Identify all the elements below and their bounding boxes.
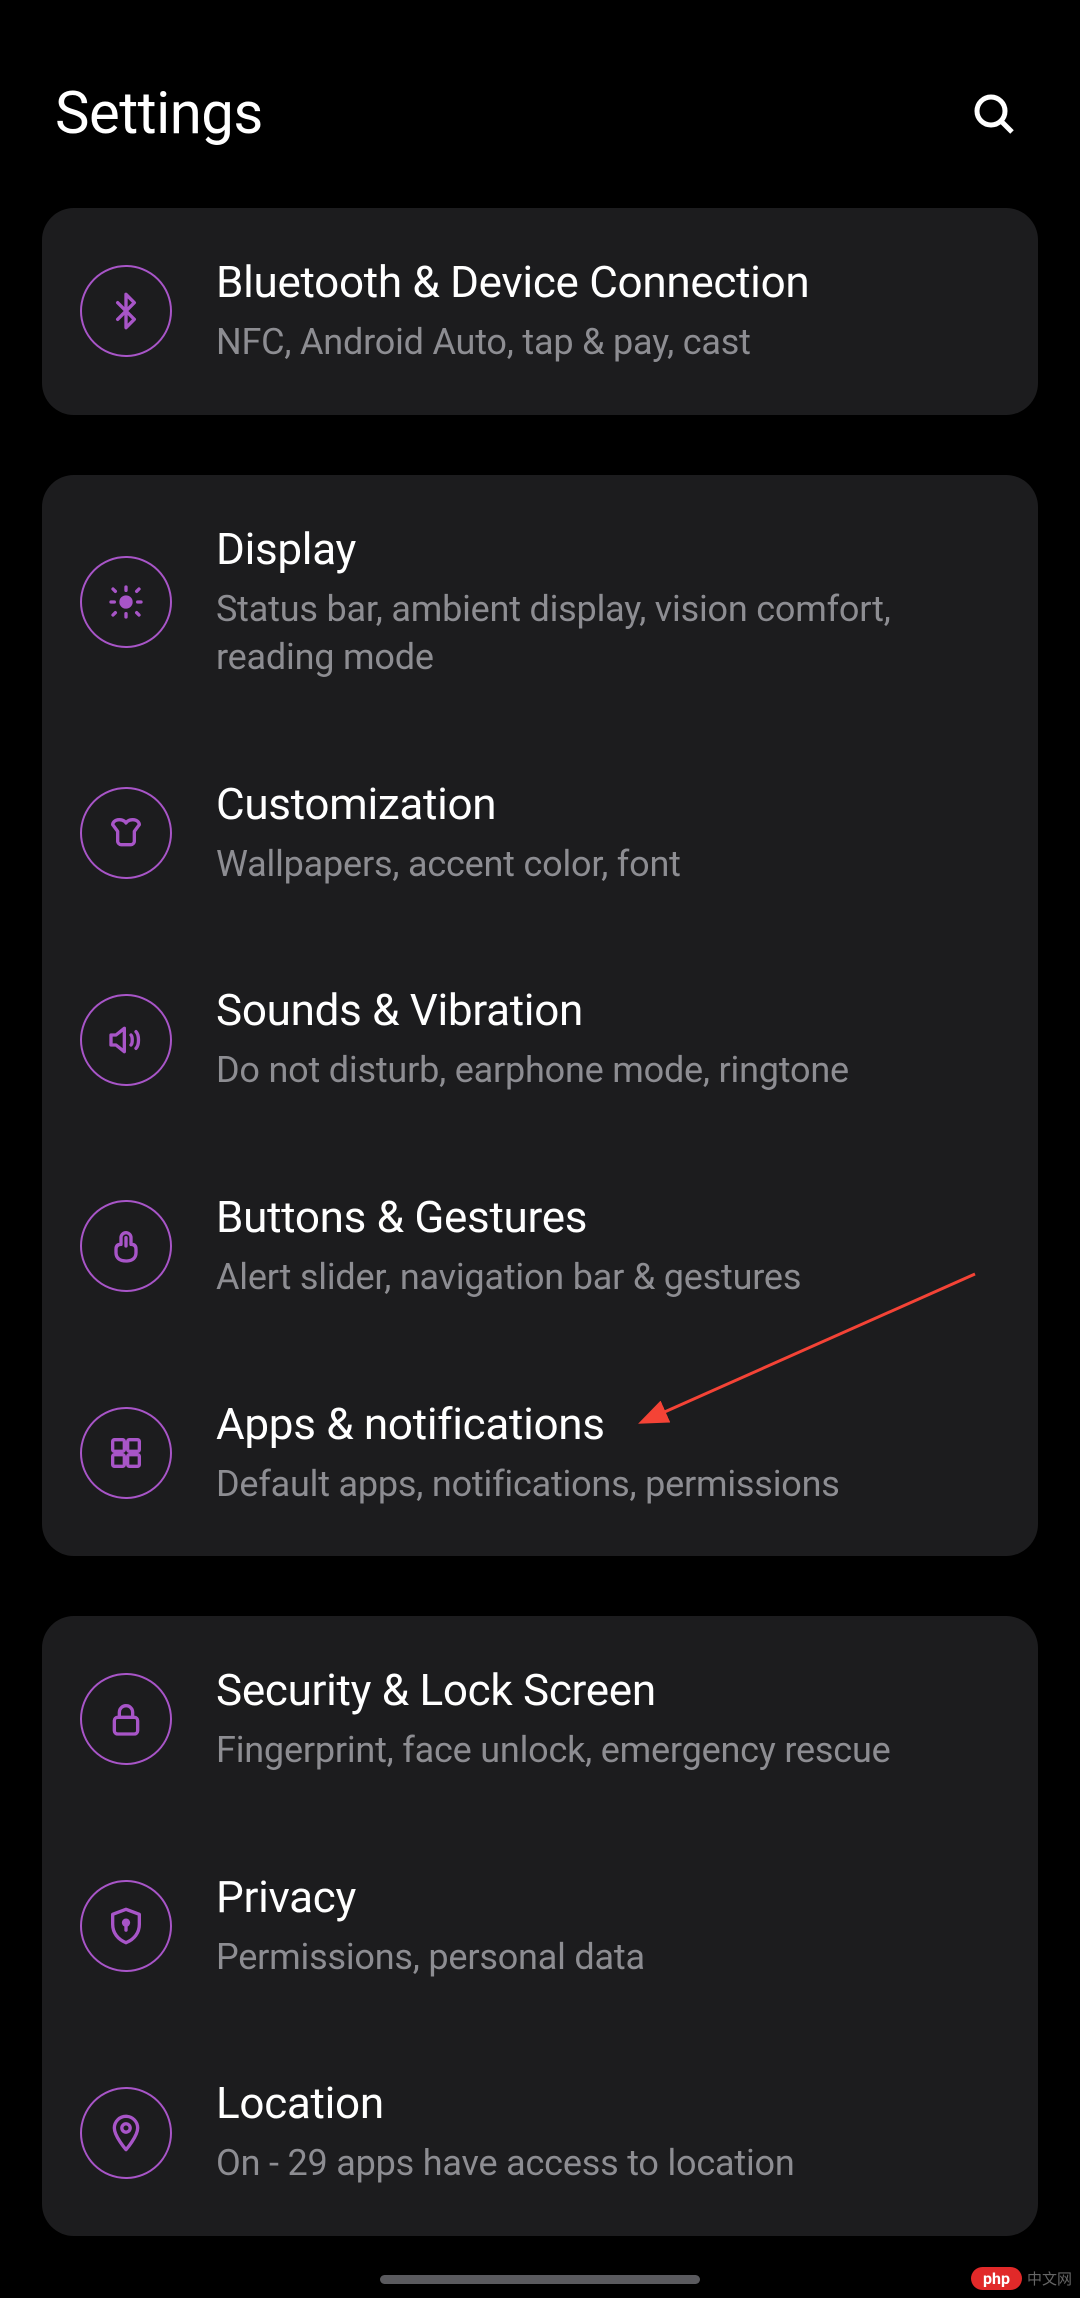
- location-icon: [80, 2087, 172, 2179]
- item-subtitle: Status bar, ambient display, vision comf…: [216, 585, 1000, 682]
- sounds-icon: [80, 994, 172, 1086]
- buttons-icon: [80, 1200, 172, 1292]
- item-subtitle: Do not disturb, earphone mode, ringtone: [216, 1046, 1000, 1095]
- settings-group: Security & Lock Screen Fingerprint, face…: [42, 1616, 1038, 2236]
- customization-icon: [80, 787, 172, 879]
- privacy-icon: [80, 1880, 172, 1972]
- settings-item-sounds[interactable]: Sounds & Vibration Do not disturb, earph…: [42, 936, 1038, 1143]
- settings-list: Bluetooth & Device Connection NFC, Andro…: [0, 208, 1080, 2236]
- gesture-nav-bar[interactable]: [380, 2275, 700, 2284]
- item-title: Display: [216, 523, 1000, 575]
- display-icon: [80, 556, 172, 648]
- lock-icon: [80, 1673, 172, 1765]
- item-subtitle: Fingerprint, face unlock, emergency resc…: [216, 1726, 1000, 1775]
- item-subtitle: Wallpapers, accent color, font: [216, 840, 1000, 889]
- settings-item-security[interactable]: Security & Lock Screen Fingerprint, face…: [42, 1616, 1038, 1823]
- settings-item-apps[interactable]: Apps & notifications Default apps, notif…: [42, 1350, 1038, 1557]
- watermark-badge: php: [971, 2267, 1022, 2290]
- search-icon: [970, 90, 1018, 138]
- settings-group: Display Status bar, ambient display, vis…: [42, 475, 1038, 1557]
- settings-item-bluetooth[interactable]: Bluetooth & Device Connection NFC, Andro…: [42, 208, 1038, 415]
- item-title: Bluetooth & Device Connection: [216, 256, 1000, 308]
- item-title: Buttons & Gestures: [216, 1191, 1000, 1243]
- item-title: Apps & notifications: [216, 1398, 1000, 1450]
- settings-item-customization[interactable]: Customization Wallpapers, accent color, …: [42, 730, 1038, 937]
- item-title: Sounds & Vibration: [216, 984, 1000, 1036]
- settings-item-privacy[interactable]: Privacy Permissions, personal data: [42, 1823, 1038, 2030]
- search-button[interactable]: [968, 88, 1020, 140]
- bluetooth-icon: [80, 265, 172, 357]
- header: Settings: [0, 0, 1080, 208]
- item-title: Security & Lock Screen: [216, 1664, 1000, 1716]
- item-subtitle: Alert slider, navigation bar & gestures: [216, 1253, 1000, 1302]
- item-subtitle: On - 29 apps have access to location: [216, 2139, 1000, 2188]
- watermark: php 中文网: [971, 2267, 1072, 2290]
- settings-item-location[interactable]: Location On - 29 apps have access to loc…: [42, 2029, 1038, 2236]
- item-title: Customization: [216, 778, 1000, 830]
- item-title: Privacy: [216, 1871, 1000, 1923]
- settings-group: Bluetooth & Device Connection NFC, Andro…: [42, 208, 1038, 415]
- item-title: Location: [216, 2077, 1000, 2129]
- item-subtitle: Default apps, notifications, permissions: [216, 1460, 1000, 1509]
- item-subtitle: NFC, Android Auto, tap & pay, cast: [216, 318, 1000, 367]
- settings-item-display[interactable]: Display Status bar, ambient display, vis…: [42, 475, 1038, 730]
- item-subtitle: Permissions, personal data: [216, 1933, 1000, 1982]
- settings-item-buttons[interactable]: Buttons & Gestures Alert slider, navigat…: [42, 1143, 1038, 1350]
- watermark-text: 中文网: [1027, 2268, 1072, 2289]
- page-title: Settings: [55, 80, 263, 148]
- apps-icon: [80, 1407, 172, 1499]
